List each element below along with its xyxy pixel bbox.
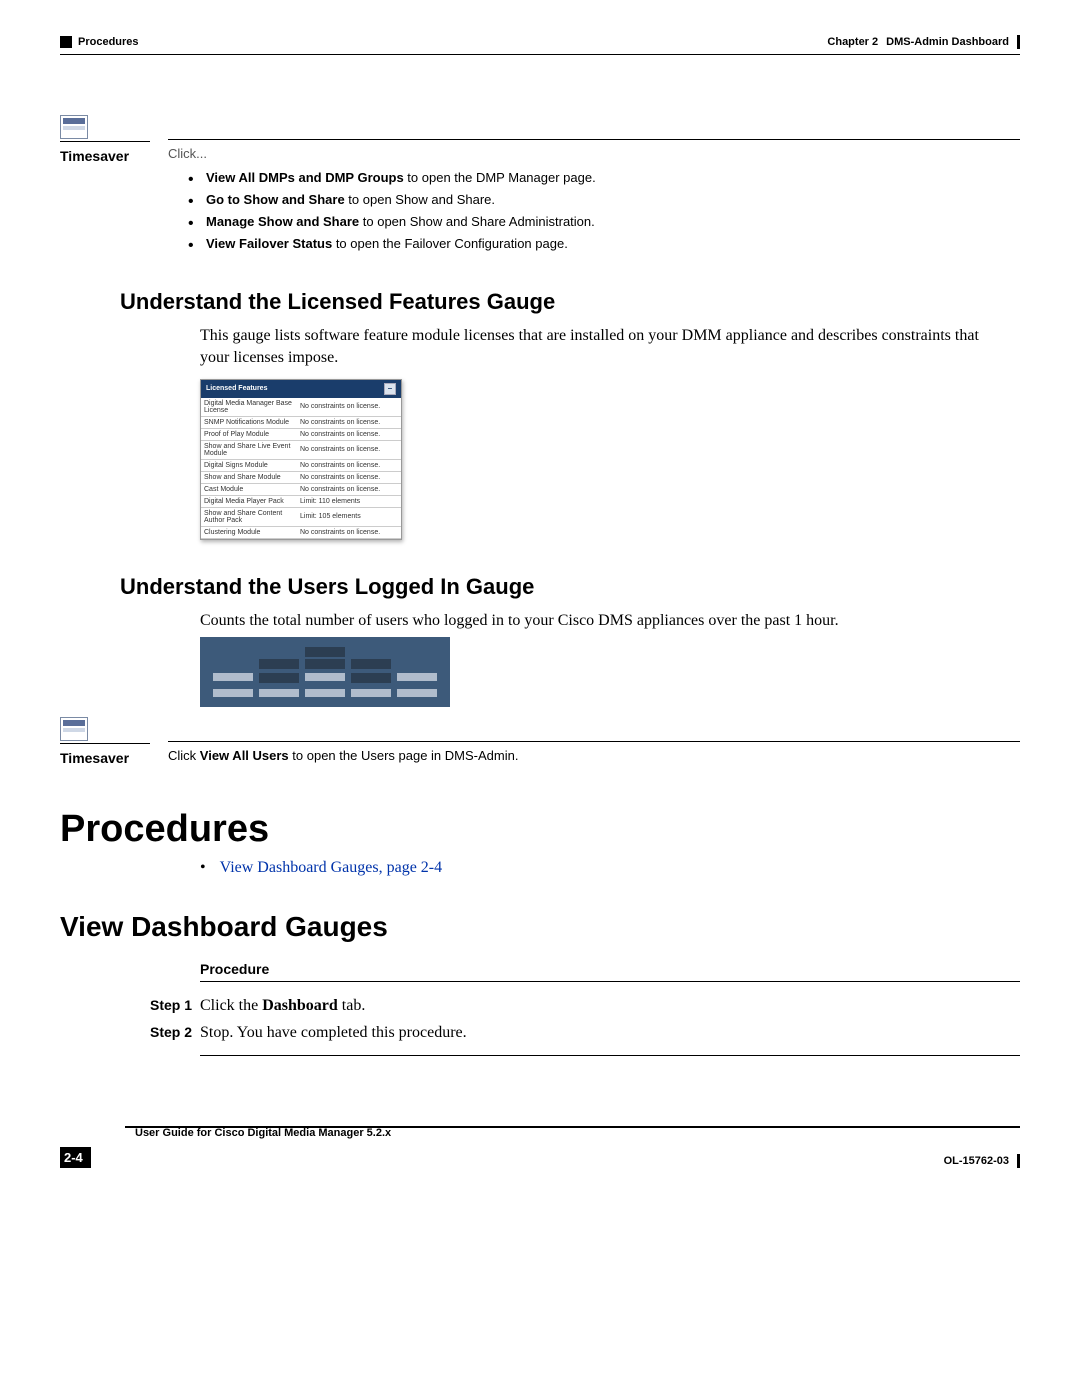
step-top-rule bbox=[200, 981, 1020, 982]
chapter-label: Chapter 2 bbox=[827, 36, 878, 48]
table-row: Digital Media Player PackLimit: 110 elem… bbox=[201, 495, 401, 507]
footer-bar-icon bbox=[1017, 1154, 1020, 1168]
table-row: Clustering ModuleNo constraints on licen… bbox=[201, 526, 401, 538]
timesaver2-text: Click View All Users to open the Users p… bbox=[168, 748, 1020, 763]
licensed-features-widget: Licensed Features – Digital Media Manage… bbox=[200, 379, 402, 540]
timesaver-icon bbox=[60, 717, 88, 741]
step-label: Step 2 bbox=[150, 1021, 200, 1045]
timesaver-list: View All DMPs and DMP Groups to open the… bbox=[168, 167, 1020, 255]
timesaver-label: Timesaver bbox=[60, 148, 124, 164]
table-row: Show and Share ModuleNo constraints on l… bbox=[201, 471, 401, 483]
licensed-body: This gauge lists software feature module… bbox=[200, 325, 1000, 368]
header-section: Procedures bbox=[78, 36, 139, 48]
step-body: Click the Dashboard tab. bbox=[200, 992, 365, 1019]
procedures-heading: Procedures bbox=[60, 808, 1020, 851]
view-gauges-heading: View Dashboard Gauges bbox=[60, 911, 1020, 943]
users-gauge-graphic bbox=[200, 637, 450, 707]
licensed-table: Digital Media Manager Base LicenseNo con… bbox=[201, 398, 401, 539]
footer-docnum: OL-15762-03 bbox=[944, 1155, 1009, 1167]
header-square-icon bbox=[60, 36, 72, 48]
page-footer: User Guide for Cisco Digital Media Manag… bbox=[60, 1126, 1020, 1168]
timesaver-label: Timesaver bbox=[60, 750, 124, 766]
licensed-heading: Understand the Licensed Features Gauge bbox=[120, 289, 1020, 315]
procedure-label: Procedure bbox=[200, 961, 1020, 977]
widget-collapse-icon[interactable]: – bbox=[384, 383, 396, 395]
procedures-link-item: View Dashboard Gauges, page 2-4 bbox=[200, 859, 1020, 877]
timesaver-list-item: View All DMPs and DMP Groups to open the… bbox=[206, 167, 1020, 189]
view-dashboard-gauges-link[interactable]: View Dashboard Gauges, page 2-4 bbox=[220, 859, 443, 876]
footer-page-number: 2-4 bbox=[60, 1147, 91, 1168]
users-heading: Understand the Users Logged In Gauge bbox=[120, 574, 1020, 600]
header-bar-icon bbox=[1017, 35, 1020, 49]
timesaver-list-item: Manage Show and Share to open Show and S… bbox=[206, 211, 1020, 233]
table-row: Proof of Play ModuleNo constraints on li… bbox=[201, 428, 401, 440]
document-page: Procedures Chapter 2 DMS-Admin Dashboard… bbox=[0, 0, 1080, 1208]
table-row: Show and Share Content Author PackLimit:… bbox=[201, 507, 401, 526]
timesaver-list-item: View Failover Status to open the Failove… bbox=[206, 233, 1020, 255]
table-row: Digital Media Manager Base LicenseNo con… bbox=[201, 398, 401, 417]
users-body: Counts the total number of users who log… bbox=[200, 610, 1000, 632]
table-row: Cast ModuleNo constraints on license. bbox=[201, 483, 401, 495]
chapter-title: DMS-Admin Dashboard bbox=[886, 36, 1009, 48]
table-row: Show and Share Live Event ModuleNo const… bbox=[201, 440, 401, 459]
header-rule bbox=[60, 54, 1020, 55]
timesaver-list-item: Go to Show and Share to open Show and Sh… bbox=[206, 189, 1020, 211]
footer-guide-title: User Guide for Cisco Digital Media Manag… bbox=[135, 1127, 1020, 1139]
timesaver-click-text: Click... bbox=[168, 146, 1020, 161]
widget-title: Licensed Features bbox=[206, 385, 267, 392]
timesaver-block-2: Timesaver Click View All Users to open t… bbox=[60, 717, 1020, 766]
timesaver-block-1: Timesaver Click... View All DMPs and DMP… bbox=[60, 115, 1020, 255]
step-label: Step 1 bbox=[150, 994, 200, 1018]
step-body: Stop. You have completed this procedure. bbox=[200, 1019, 467, 1046]
procedure-step: Step 1Click the Dashboard tab. bbox=[150, 992, 1020, 1019]
timesaver-icon bbox=[60, 115, 88, 139]
table-row: SNMP Notifications ModuleNo constraints … bbox=[201, 416, 401, 428]
step-bottom-rule bbox=[200, 1055, 1020, 1056]
table-row: Digital Signs ModuleNo constraints on li… bbox=[201, 459, 401, 471]
page-header: Procedures Chapter 2 DMS-Admin Dashboard bbox=[60, 35, 1020, 49]
procedure-step: Step 2Stop. You have completed this proc… bbox=[150, 1019, 1020, 1046]
